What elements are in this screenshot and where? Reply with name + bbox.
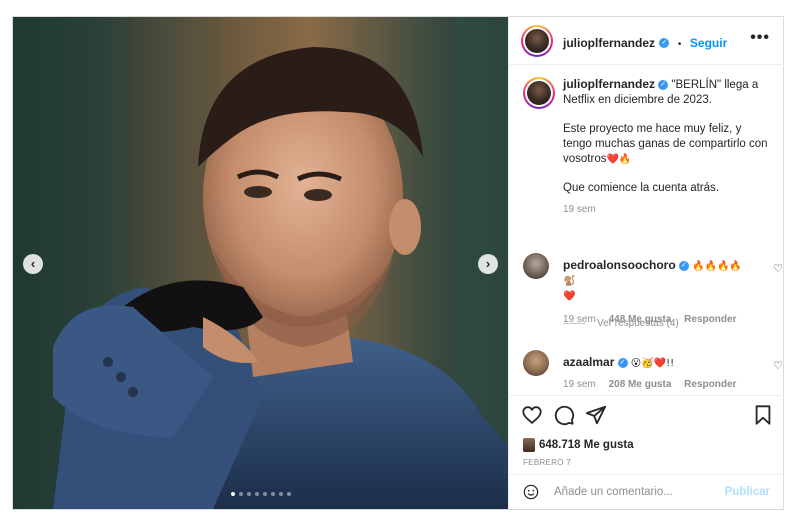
verified-badge-icon: ✓ (617, 357, 628, 368)
like-heart-icon[interactable] (521, 404, 543, 426)
share-plane-icon[interactable] (585, 404, 607, 426)
reply-button[interactable]: Responder (684, 379, 736, 390)
comment-time: 19 sem (563, 379, 596, 390)
view-replies-label: Ver respuestas (4) (597, 318, 679, 329)
publish-button[interactable]: Publicar (725, 486, 770, 498)
verified-badge-icon: ✓ (659, 37, 670, 48)
like-comment-heart-icon[interactable]: ♡ (773, 359, 783, 372)
more-options-icon[interactable]: ••• (750, 30, 770, 46)
carousel-dot (278, 492, 283, 496)
caption-emoji: ❤️🔥 (606, 154, 632, 165)
replies-divider (563, 322, 585, 324)
caption-avatar[interactable] (523, 77, 555, 109)
carousel-dot (270, 492, 275, 496)
author-username[interactable]: julioplfernandez (563, 36, 655, 50)
post-photo[interactable]: ‹ › (13, 17, 508, 509)
verified-badge-icon: ✓ (658, 79, 669, 90)
carousel-dot (262, 492, 267, 496)
view-replies-button[interactable]: Ver respuestas (4) (563, 318, 679, 329)
comment-text: 😮🥳❤️!! (630, 358, 675, 369)
caption-time: 19 sem (563, 204, 596, 215)
comments-area[interactable]: julioplfernandez ✓ "BERLÍN" llega a Netf… (509, 65, 784, 395)
carousel-dot (230, 492, 235, 496)
post-actions: 648.718 Me gusta FEBRERO 7 (509, 395, 784, 476)
comment-input[interactable] (554, 483, 714, 501)
liker-avatar (523, 438, 535, 452)
likes-count[interactable]: 648.718 Me gusta (523, 438, 634, 452)
previous-image-button[interactable]: ‹ (23, 254, 43, 274)
reply-button[interactable]: Responder (684, 314, 736, 325)
verified-badge-icon: ✓ (678, 260, 689, 271)
carousel-dot (254, 492, 259, 496)
save-bookmark-icon[interactable] (752, 404, 774, 426)
author-avatar[interactable] (521, 25, 553, 57)
likes-count-label: 648.718 Me gusta (539, 439, 634, 452)
commenter-avatar[interactable] (523, 253, 549, 279)
comment-text-2: ❤️ (563, 291, 576, 302)
commenter-username[interactable]: pedroalonsoochoro (563, 258, 676, 272)
add-comment-bar: Publicar (509, 474, 784, 510)
commenter-avatar[interactable] (523, 350, 549, 376)
next-image-button[interactable]: › (478, 254, 498, 274)
caption-line-2: Este proyecto me hace muy feliz, y tengo… (563, 123, 768, 165)
separator-dot: • (677, 39, 682, 50)
commenter-username[interactable]: azaalmar (563, 355, 614, 369)
caption-username[interactable]: julioplfernandez (563, 77, 655, 91)
post-date: FEBRERO 7 (523, 458, 572, 467)
emoji-smiley-icon[interactable] (523, 484, 539, 500)
post-modal: ‹ › julioplfernandez ✓ • Seguir ••• juli… (12, 16, 784, 510)
carousel-dot (238, 492, 243, 496)
post-header: julioplfernandez ✓ • Seguir ••• (509, 17, 784, 65)
like-comment-heart-icon[interactable]: ♡ (773, 262, 783, 275)
comment-bubble-icon[interactable] (553, 404, 575, 426)
follow-button[interactable]: Seguir (690, 36, 727, 50)
comment-likes[interactable]: 208 Me gusta (609, 379, 672, 390)
post-sidebar: julioplfernandez ✓ • Seguir ••• julioplf… (508, 17, 784, 509)
carousel-dot (246, 492, 251, 496)
portrait-illustration (13, 17, 508, 509)
carousel-dots (13, 492, 508, 496)
carousel-dot (286, 492, 291, 496)
caption-line-3: Que comience la cuenta atrás. (563, 182, 719, 194)
